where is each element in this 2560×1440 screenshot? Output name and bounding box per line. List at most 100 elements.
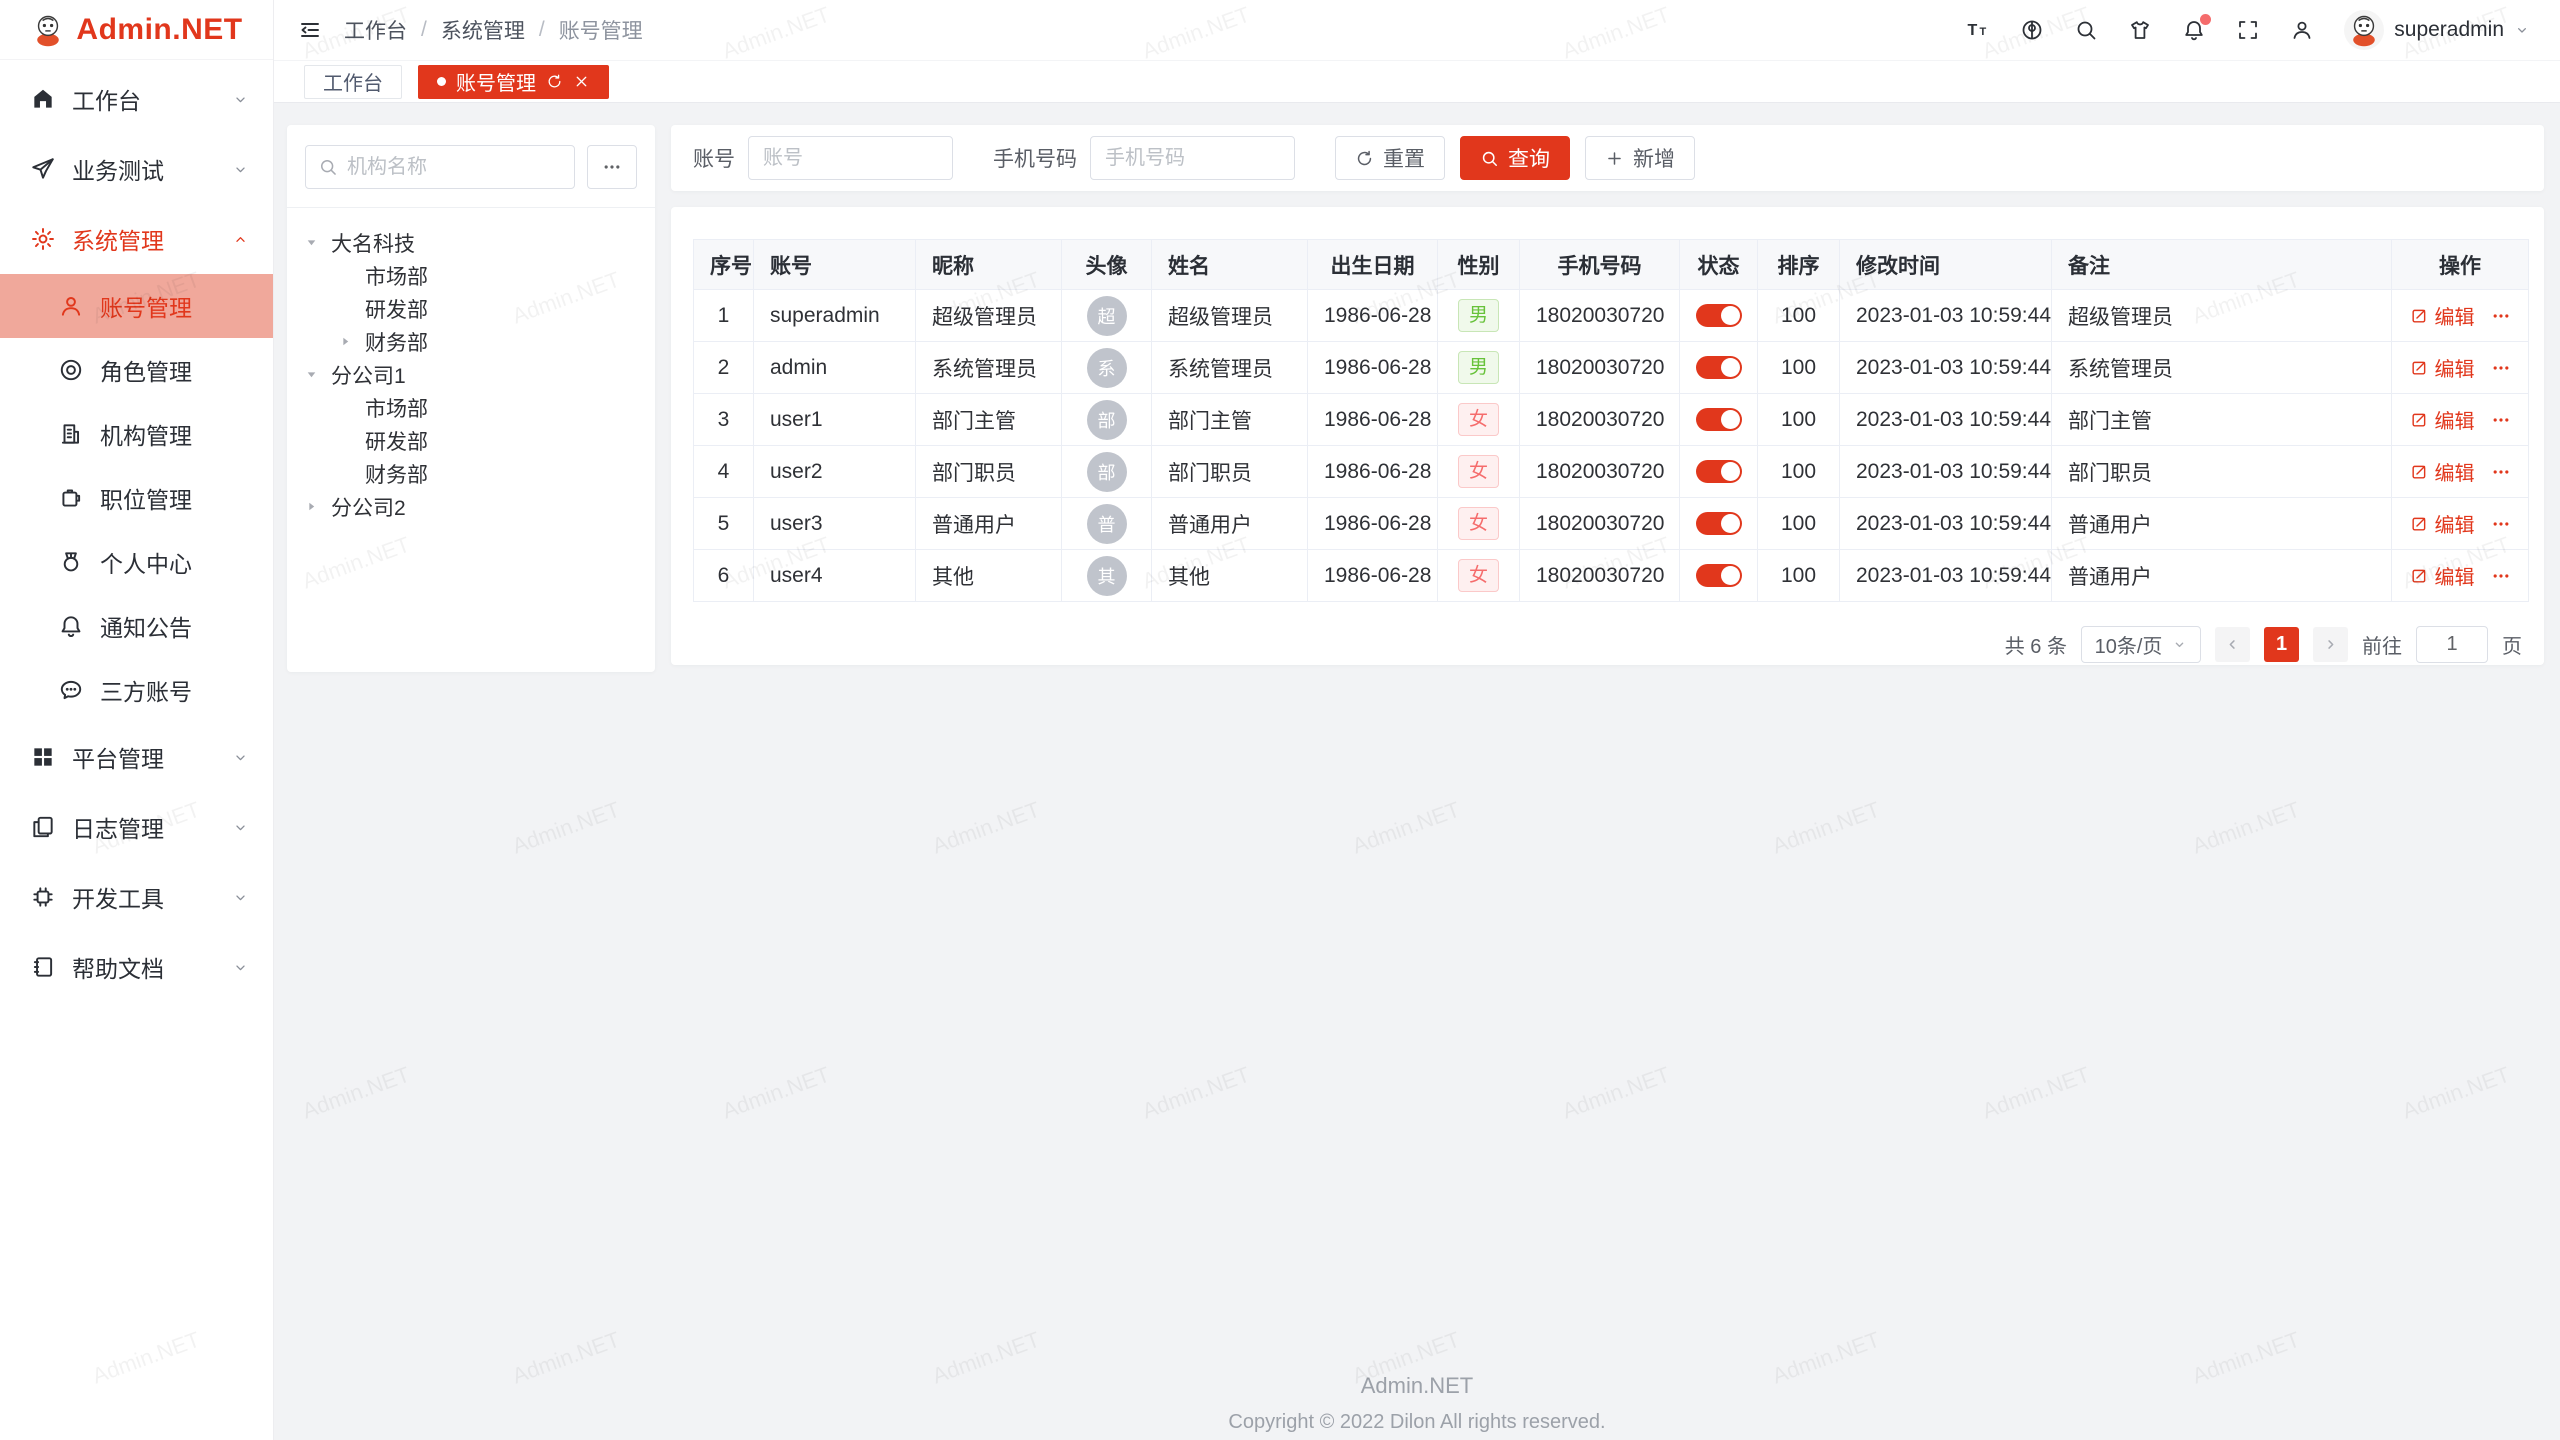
profile-icon[interactable] <box>2290 18 2314 42</box>
edit-button[interactable]: 编辑 <box>2410 301 2475 330</box>
sidebar-item-account-manage[interactable]: 账号管理 <box>0 274 273 338</box>
prev-page-button[interactable] <box>2215 627 2250 662</box>
building-icon <box>58 421 84 447</box>
edit-button[interactable]: 编辑 <box>2410 405 2475 434</box>
status-toggle[interactable] <box>1696 408 1742 431</box>
main-area: 工作台/系统管理/账号管理 TT superadmin 工作台 账号管理 <box>274 0 2560 1440</box>
sidebar-item-workbench[interactable]: 工作台 <box>0 64 273 134</box>
sidebar-item-role-manage[interactable]: 角色管理 <box>0 338 273 402</box>
tree-node[interactable]: 分公司1 <box>305 358 637 391</box>
font-size-icon[interactable]: TT <box>1966 18 1990 42</box>
caret-right-icon[interactable] <box>305 500 331 513</box>
sidebar-item-personal-center[interactable]: 个人中心 <box>0 530 273 594</box>
tree-node[interactable]: 市场部 <box>305 259 637 292</box>
gender-badge: 女 <box>1458 507 1499 541</box>
chevron-down-icon <box>232 91 249 108</box>
notification-badge <box>2200 14 2211 25</box>
add-button[interactable]: 新增 <box>1585 136 1695 180</box>
sidebar-item-org-manage[interactable]: 机构管理 <box>0 402 273 466</box>
row-more-button[interactable] <box>2491 358 2511 378</box>
language-icon[interactable] <box>2020 18 2044 42</box>
caret-down-icon[interactable] <box>305 368 331 381</box>
user-menu[interactable]: superadmin <box>2344 10 2530 50</box>
status-toggle[interactable] <box>1696 460 1742 483</box>
table-row: 1 superadmin 超级管理员 超 超级管理员 1986-06-28 男 … <box>694 290 2529 342</box>
current-page[interactable]: 1 <box>2264 627 2299 662</box>
page-unit: 页 <box>2502 630 2522 659</box>
tree-node[interactable]: 研发部 <box>305 424 637 457</box>
logo[interactable]: Admin.NET <box>0 0 273 60</box>
username: superadmin <box>2394 18 2504 42</box>
edit-button[interactable]: 编辑 <box>2410 509 2475 538</box>
reset-button[interactable]: 重置 <box>1335 136 1445 180</box>
next-page-button[interactable] <box>2313 627 2348 662</box>
status-toggle[interactable] <box>1696 564 1742 587</box>
row-more-button[interactable] <box>2491 514 2511 534</box>
status-toggle[interactable] <box>1696 304 1742 327</box>
account-input[interactable] <box>748 136 953 180</box>
tab-workbench[interactable]: 工作台 <box>304 65 402 99</box>
tree-node[interactable]: 财务部 <box>305 325 637 358</box>
org-search-input[interactable] <box>347 156 562 179</box>
grid-icon <box>30 744 56 770</box>
bell-icon[interactable] <box>2182 18 2206 42</box>
tree-node[interactable]: 分公司2 <box>305 490 637 523</box>
sidebar-item-system-manage[interactable]: 系统管理 <box>0 204 273 274</box>
row-avatar: 系 <box>1087 348 1127 388</box>
column-header: 手机号码 <box>1520 240 1680 290</box>
status-toggle[interactable] <box>1696 356 1742 379</box>
org-tree-panel: 大名科技 市场部 研发部 财务部 分公司1 市场部 研发部 财务部 <box>287 125 655 672</box>
tree-node[interactable]: 财务部 <box>305 457 637 490</box>
sidebar-item-help-docs[interactable]: 帮助文档 <box>0 932 273 1002</box>
close-icon[interactable] <box>573 73 590 90</box>
org-search-box[interactable] <box>305 145 575 189</box>
search-button[interactable]: 查询 <box>1460 136 1570 180</box>
role-icon <box>58 357 84 383</box>
phone-input[interactable] <box>1090 136 1295 180</box>
sidebar-item-position-manage[interactable]: 职位管理 <box>0 466 273 530</box>
tree-node[interactable]: 大名科技 <box>305 226 637 259</box>
breadcrumb-item[interactable]: 工作台 <box>344 15 407 45</box>
tab-account-manage[interactable]: 账号管理 <box>418 65 609 99</box>
gender-badge: 女 <box>1458 559 1499 593</box>
tree-node[interactable]: 研发部 <box>305 292 637 325</box>
column-header: 账号 <box>754 240 916 290</box>
gender-badge: 女 <box>1458 455 1499 489</box>
caret-right-icon[interactable] <box>339 335 365 348</box>
edit-button[interactable]: 编辑 <box>2410 353 2475 382</box>
column-header: 昵称 <box>916 240 1062 290</box>
breadcrumb: 工作台/系统管理/账号管理 <box>344 15 643 45</box>
fullscreen-icon[interactable] <box>2236 18 2260 42</box>
edit-button[interactable]: 编辑 <box>2410 561 2475 590</box>
row-more-button[interactable] <box>2491 462 2511 482</box>
gender-badge: 男 <box>1458 351 1499 385</box>
goto-label: 前往 <box>2362 630 2402 659</box>
sidebar-item-platform-manage[interactable]: 平台管理 <box>0 722 273 792</box>
edit-button[interactable]: 编辑 <box>2410 457 2475 486</box>
status-toggle[interactable] <box>1696 512 1742 535</box>
tree-more-button[interactable] <box>587 145 637 189</box>
row-more-button[interactable] <box>2491 566 2511 586</box>
refresh-icon[interactable] <box>546 73 563 90</box>
goto-page-input[interactable] <box>2416 626 2488 663</box>
svg-text:T: T <box>1980 26 1987 38</box>
caret-down-icon[interactable] <box>305 236 331 249</box>
sidebar-item-third-account[interactable]: 三方账号 <box>0 658 273 722</box>
sidebar-item-dev-tools[interactable]: 开发工具 <box>0 862 273 932</box>
sidebar-item-business-test[interactable]: 业务测试 <box>0 134 273 204</box>
theme-icon[interactable] <box>2128 18 2152 42</box>
sidebar-item-notice[interactable]: 通知公告 <box>0 594 273 658</box>
search-icon[interactable] <box>2074 18 2098 42</box>
breadcrumb-item[interactable]: 账号管理 <box>559 15 643 45</box>
row-avatar: 超 <box>1087 296 1127 336</box>
page-size-select[interactable]: 10条/页 <box>2081 626 2201 663</box>
breadcrumb-item[interactable]: 系统管理 <box>441 15 525 45</box>
tree-node[interactable]: 市场部 <box>305 391 637 424</box>
footer-copyright: Copyright © 2022 Dilon All rights reserv… <box>274 1411 2560 1434</box>
row-more-button[interactable] <box>2491 306 2511 326</box>
collapse-menu-icon[interactable] <box>298 18 322 42</box>
content: 大名科技 市场部 研发部 财务部 分公司1 市场部 研发部 财务部 <box>274 103 2560 1440</box>
sidebar-item-log-manage[interactable]: 日志管理 <box>0 792 273 862</box>
row-more-button[interactable] <box>2491 410 2511 430</box>
right-column: 账号 手机号码 重置 查询 新增 序号账号昵称头像姓名出生日期性别手机号码状态排… <box>671 125 2544 665</box>
